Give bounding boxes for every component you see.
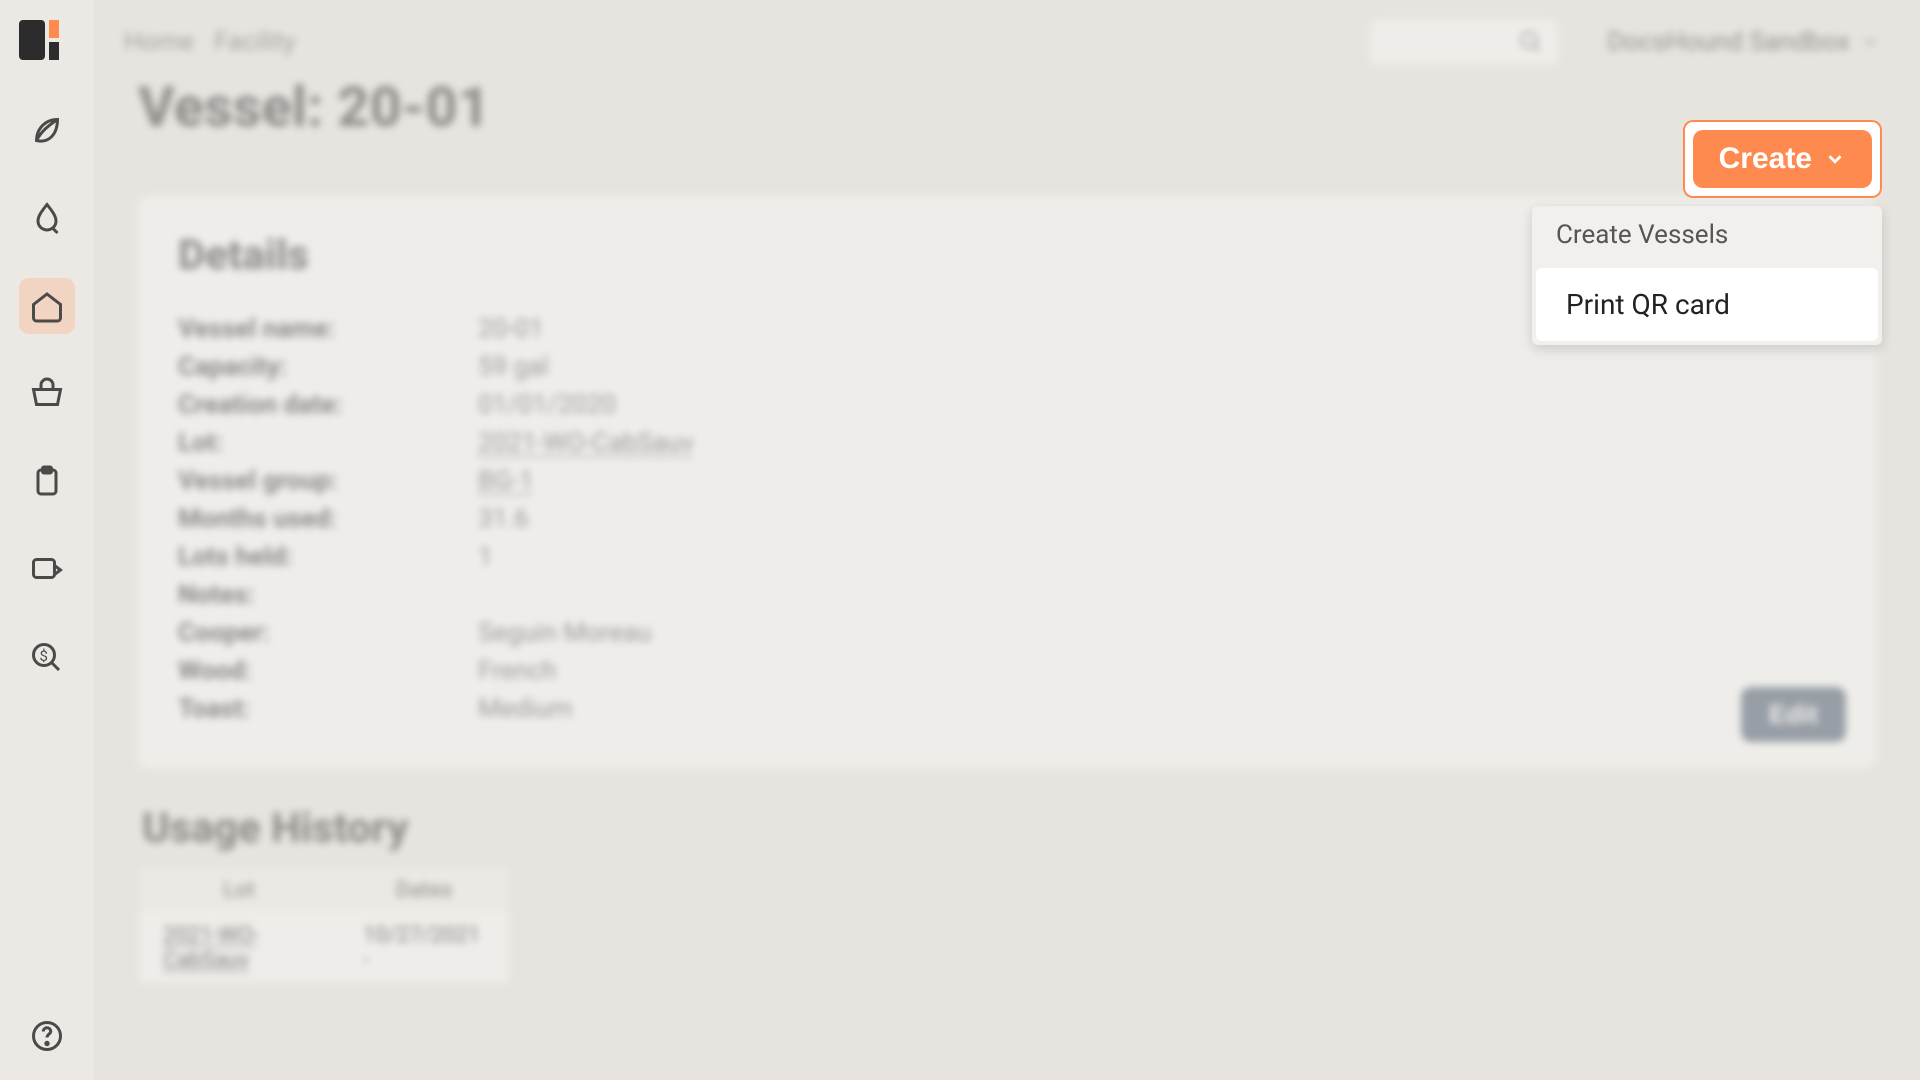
label-toast: Toast:: [178, 694, 478, 724]
chevron-down-icon: [1860, 32, 1880, 52]
search-input[interactable]: [1369, 18, 1559, 66]
workspace-switcher[interactable]: DocsHound Sandbox: [1607, 27, 1880, 57]
cell-lot[interactable]: 2021-WO-CabSauv: [139, 913, 339, 983]
cell-dates: 10/27/2021 -: [339, 913, 509, 983]
label-lots-held: Lots held:: [178, 542, 478, 572]
nav-transfer-icon[interactable]: [19, 542, 75, 598]
menu-print-qr-card[interactable]: Print QR card: [1536, 268, 1878, 341]
label-notes: Notes:: [178, 580, 478, 610]
chevron-down-icon: [1824, 148, 1846, 170]
label-lot: Lot:: [178, 428, 478, 458]
search-icon: [1518, 29, 1544, 55]
nav-basket-icon[interactable]: [19, 366, 75, 422]
nav-facility-icon[interactable]: [19, 278, 75, 334]
breadcrumb-home[interactable]: Home: [124, 27, 194, 57]
value-lots-held: 1: [478, 542, 493, 572]
label-creation-date: Creation date:: [178, 390, 478, 420]
nav-drop-icon[interactable]: [19, 190, 75, 246]
value-vessel-group[interactable]: BG-1: [478, 466, 534, 496]
svg-text:$: $: [40, 647, 48, 665]
nav-clipboard-icon[interactable]: [19, 454, 75, 510]
breadcrumb: Home Facility: [124, 27, 295, 57]
workspace-name: DocsHound Sandbox: [1607, 27, 1850, 57]
usage-history-table: Lot Dates 2021-WO-CabSauv 10/27/2021 -: [138, 867, 510, 984]
label-wood: Wood:: [178, 656, 478, 686]
column-lot: Lot: [139, 868, 339, 913]
value-creation-date: 01/01/2020: [478, 390, 616, 420]
label-capacity: Capacity:: [178, 352, 478, 382]
value-months-used: 31.6: [478, 504, 529, 534]
details-grid: Vessel name:20-01 Capacity:59 gal Creati…: [178, 310, 1836, 728]
app-logo[interactable]: [11, 14, 83, 66]
value-capacity: 59 gal: [478, 352, 549, 382]
value-cooper: Seguin Moreau: [478, 618, 652, 648]
create-button[interactable]: Create: [1693, 130, 1872, 188]
label-vessel-group: Vessel group:: [178, 466, 478, 496]
usage-history-title: Usage History: [142, 804, 1876, 853]
label-cooper: Cooper:: [178, 618, 478, 648]
nav-leaf-icon[interactable]: [19, 102, 75, 158]
label-vessel-name: Vessel name:: [178, 314, 478, 344]
nav-cost-icon[interactable]: $: [19, 630, 75, 686]
details-title: Details: [178, 231, 309, 280]
page-title: Vessel: 20-01: [138, 74, 1920, 140]
topbar: Home Facility DocsHound Sandbox: [94, 0, 1920, 66]
nav-help-icon[interactable]: [19, 1008, 75, 1064]
create-dropdown: Create Vessels Print QR card: [1532, 206, 1882, 345]
create-button-label: Create: [1719, 142, 1812, 176]
label-months-used: Months used:: [178, 504, 478, 534]
sidebar: $: [0, 0, 94, 1080]
value-vessel-name: 20-01: [478, 314, 544, 344]
value-wood: French: [478, 656, 557, 686]
value-toast: Medium: [478, 694, 573, 724]
breadcrumb-facility[interactable]: Facility: [214, 27, 295, 57]
edit-button[interactable]: Edit: [1741, 687, 1846, 742]
main-area: Home Facility DocsHound Sandbox Vessel: …: [94, 0, 1920, 1080]
table-row: 2021-WO-CabSauv 10/27/2021 -: [139, 913, 509, 983]
value-lot[interactable]: 2021-WO-CabSauv: [478, 428, 694, 458]
create-dropdown-header: Create Vessels: [1532, 206, 1882, 264]
create-button-highlight: Create: [1683, 120, 1882, 198]
column-dates: Dates: [339, 868, 509, 913]
